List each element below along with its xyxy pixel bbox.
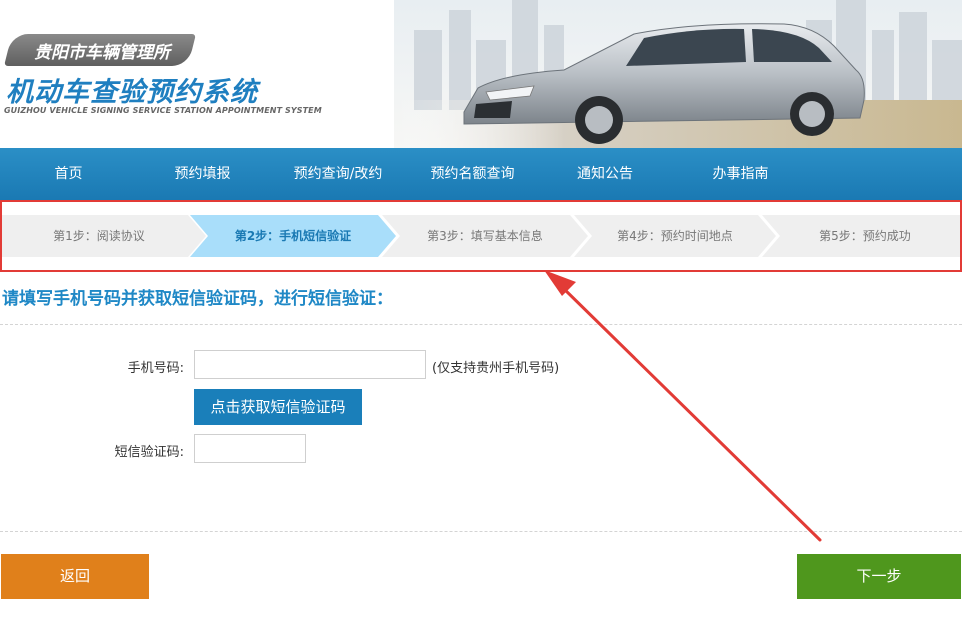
system-subtitle: GUIZHOU VEHICLE SIGNING SERVICE STATION … [4,106,322,115]
divider-bottom [0,531,962,532]
site-header: 贵阳市车辆管理所 机动车查验预约系统 GUIZHOU VEHICLE SIGNI… [0,0,962,148]
get-sms-code-button[interactable]: 点击获取短信验证码 [194,389,362,425]
sms-code-input[interactable] [194,434,306,463]
main-nav: 首页 预约填报 预约查询/改约 预约名额查询 通知公告 办事指南 [0,148,962,200]
system-title: 机动车查验预约系统 [6,77,258,108]
step-5: 第5步：预约成功 [819,229,911,243]
phone-hint: (仅支持贵州手机号码) [432,361,560,376]
steps-highlight-box: 第1步：阅读协议 第2步：手机短信验证 第3步：填写基本信息 第4步：预约时间地… [0,200,962,272]
agency-name: 贵阳市车辆管理所 [34,43,170,63]
step-2-active: 第2步：手机短信验证 [234,229,352,243]
phone-input[interactable] [194,350,426,379]
nav-guide[interactable]: 办事指南 [673,148,808,200]
step-4: 第4步：预约时间地点 [617,229,733,243]
nav-home[interactable]: 首页 [0,148,137,200]
sms-code-label: 短信验证码: [114,445,184,460]
form-instruction: 请填写手机号码并获取短信验证码，进行短信验证： [2,289,393,309]
back-button[interactable]: 返回 [1,554,149,599]
divider-top [0,324,962,325]
step-3: 第3步：填写基本信息 [427,229,543,243]
next-step-button[interactable]: 下一步 [797,554,961,599]
nav-notices[interactable]: 通知公告 [537,148,673,200]
nav-quota-query[interactable]: 预约名额查询 [408,148,537,200]
phone-label: 手机号码: [127,361,184,376]
nav-booking-form[interactable]: 预约填报 [137,148,268,200]
nav-booking-query[interactable]: 预约查询/改约 [268,148,408,200]
step-1: 第1步：阅读协议 [53,229,145,243]
car-banner-image [394,0,962,148]
